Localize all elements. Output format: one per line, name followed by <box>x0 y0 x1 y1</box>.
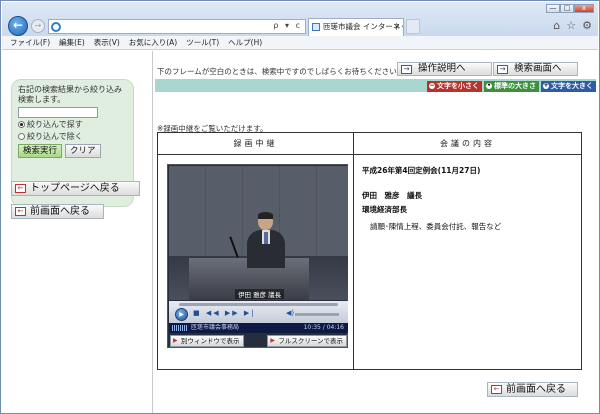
tab-close-icon[interactable]: × <box>394 19 400 35</box>
new-window-button[interactable]: 別ウィンドウで表示 <box>170 335 244 347</box>
browser-tab[interactable]: 匝瑳市議会 インターネッ... × <box>308 18 404 36</box>
player-time: 10:35 / 04:16 <box>303 324 344 331</box>
video-caption: 伊田 雅彦 議長 <box>235 289 285 299</box>
player-infobar: 匝瑳市議会事務局 10:35 / 04:16 <box>169 323 348 333</box>
browser-window: — □ x ← → ρ ▾ c 匝瑳市議会 インターネッ... × ⌂ ☆ ⚙ … <box>0 0 600 414</box>
font-size-controls: 文字を小さく 標準の大きさ 文字を大きく <box>427 81 596 92</box>
back-arrow-small-icon: ← <box>15 184 26 193</box>
font-standard-button[interactable]: 標準の大きさ <box>484 81 539 92</box>
volume-icon[interactable]: ◀) <box>286 309 294 317</box>
radio-exclude-label: 絞り込んで除く <box>27 132 83 141</box>
back-arrow-icon[interactable]: ← <box>8 16 28 36</box>
menu-bar: ファイル(F) 編集(E) 表示(V) お気に入り(A) ツール(T) ヘルプ(… <box>2 36 598 50</box>
transport-controls[interactable]: ■ ◀◀ ▶▶ ▶| <box>193 309 256 317</box>
agenda-item: 請願･陳情上程、委員会付託、報告など <box>370 222 502 231</box>
font-smaller-button[interactable]: 文字を小さく <box>427 81 482 92</box>
video-frame[interactable]: 伊田 雅彦 議長 <box>169 166 348 300</box>
radio-unchecked-icon[interactable] <box>18 133 25 140</box>
player-buttons: 別ウィンドウで表示 フルスクリーンで表示 <box>168 335 349 347</box>
video-speaker <box>247 212 285 268</box>
video-player[interactable]: 伊田 雅彦 議長 ▶ ■ ◀◀ ▶▶ ▶| ◀) 匝瑳市議会事務局 10:35 … <box>167 164 348 348</box>
back-arrow-small-icon: ← <box>15 207 26 216</box>
forward-arrow-small-icon: → <box>497 65 508 74</box>
search-screen-label: 検索画面へ <box>514 63 562 74</box>
radio-checked-icon[interactable] <box>18 121 25 128</box>
window-controls: — □ x <box>546 4 594 13</box>
clear-button[interactable]: クリア <box>65 144 101 158</box>
fullscreen-button[interactable]: フルスクリーンで表示 <box>267 335 347 347</box>
maximize-button[interactable]: □ <box>560 4 574 13</box>
forward-arrow-small-icon: → <box>401 65 412 74</box>
signal-meter-icon <box>172 325 188 331</box>
main-frame: 下のフレームが空白のときは、検索中ですのでしばらくお待ちください。 → 操作説明… <box>154 51 598 413</box>
menu-tools[interactable]: ツール(T) <box>186 36 219 49</box>
forward-arrow-icon[interactable]: → <box>31 19 45 33</box>
header-recording: 録画中継 <box>158 133 354 154</box>
radio-exclude[interactable]: 絞り込んで除く <box>18 131 127 142</box>
home-icon[interactable]: ⌂ <box>553 19 560 32</box>
minimize-button[interactable]: — <box>546 4 560 13</box>
radio-narrow[interactable]: 絞り込んで探す <box>18 119 127 130</box>
video-column: 伊田 雅彦 議長 ▶ ■ ◀◀ ▶▶ ▶| ◀) 匝瑳市議会事務局 10:35 … <box>158 155 354 369</box>
help-label: 操作説明へ <box>418 63 466 74</box>
table-header: 録画中継 会議の内容 <box>158 133 581 155</box>
gear-icon[interactable]: ⚙ <box>582 19 592 32</box>
menu-view[interactable]: 表示(V) <box>94 36 120 49</box>
loading-notice: 下のフレームが空白のときは、検索中ですのでしばらくお待ちください。 <box>157 67 405 76</box>
toolbar-icons: ⌂ ☆ ⚙ <box>553 19 592 32</box>
menu-file[interactable]: ファイル(F) <box>10 36 50 49</box>
left-frame: 右記の検索結果から絞り込み検索します。 絞り込んで探す 絞り込んで除く 検索実行… <box>2 51 153 413</box>
seek-bar[interactable] <box>179 303 338 306</box>
browser-chrome: — □ x ← → ρ ▾ c 匝瑳市議会 インターネッ... × ⌂ ☆ ⚙ <box>2 2 598 36</box>
back-arrow-small-icon: ← <box>491 385 502 394</box>
address-bar[interactable]: ρ ▾ c <box>48 19 306 34</box>
radio-narrow-label: 絞り込んで探す <box>27 120 83 129</box>
header-meeting-content: 会議の内容 <box>440 139 495 148</box>
speaker-name: 伊田 雅彦 議長 <box>362 191 422 200</box>
tab-title: 匝瑳市議会 インターネッ... <box>323 22 403 31</box>
meeting-content-column: 平成26年第4回定例会(11月27日) 伊田 雅彦 議長 環境経済部長 請願･陳… <box>354 155 581 369</box>
speaker-role: 環境経済部長 <box>362 205 407 214</box>
favicon-icon <box>312 23 320 31</box>
close-window-button[interactable]: x <box>574 4 594 13</box>
prev-page-button[interactable]: ← 前画面へ戻る <box>11 204 104 219</box>
menu-favorites[interactable]: お気に入り(A) <box>129 36 177 49</box>
help-button[interactable]: → 操作説明へ <box>397 62 492 76</box>
star-icon[interactable]: ☆ <box>566 19 576 32</box>
content-table: 録画中継 会議の内容 伊田 雅彦 議長 ▶ ■ ◀◀ ▶▶ ▶| ◀) 匝瑳市議… <box>157 132 582 370</box>
player-controls: ▶ ■ ◀◀ ▶▶ ▶| ◀) <box>169 301 348 323</box>
meeting-title: 平成26年第4回定例会(11月27日) <box>362 166 481 175</box>
pause-icon[interactable]: ▶ <box>175 308 188 321</box>
search-description: 右記の検索結果から絞り込み検索します。 <box>18 85 122 104</box>
font-larger-button[interactable]: 文字を大きく <box>541 81 596 92</box>
player-org: 匝瑳市議会事務局 <box>191 324 240 331</box>
back-button-bottom[interactable]: ← 前画面へ戻る <box>487 382 578 397</box>
search-execute-button[interactable]: 検索実行 <box>18 144 63 158</box>
search-screen-button[interactable]: → 検索画面へ <box>493 62 578 76</box>
top-page-button[interactable]: ← トップページへ戻る <box>11 181 140 196</box>
new-tab-button[interactable] <box>406 19 420 34</box>
ie-logo-icon <box>51 22 61 32</box>
keyword-input[interactable] <box>18 107 98 118</box>
volume-slider[interactable] <box>295 313 339 316</box>
menu-help[interactable]: ヘルプ(H) <box>228 36 262 49</box>
search-button-row: 検索実行 クリア <box>18 144 127 158</box>
menu-edit[interactable]: 編集(E) <box>59 36 85 49</box>
address-tools[interactable]: ρ ▾ c <box>273 21 302 30</box>
prev-page-label: 前画面へ戻る <box>30 206 90 217</box>
top-page-label: トップページへ戻る <box>30 183 120 194</box>
back-label: 前画面へ戻る <box>506 384 566 395</box>
